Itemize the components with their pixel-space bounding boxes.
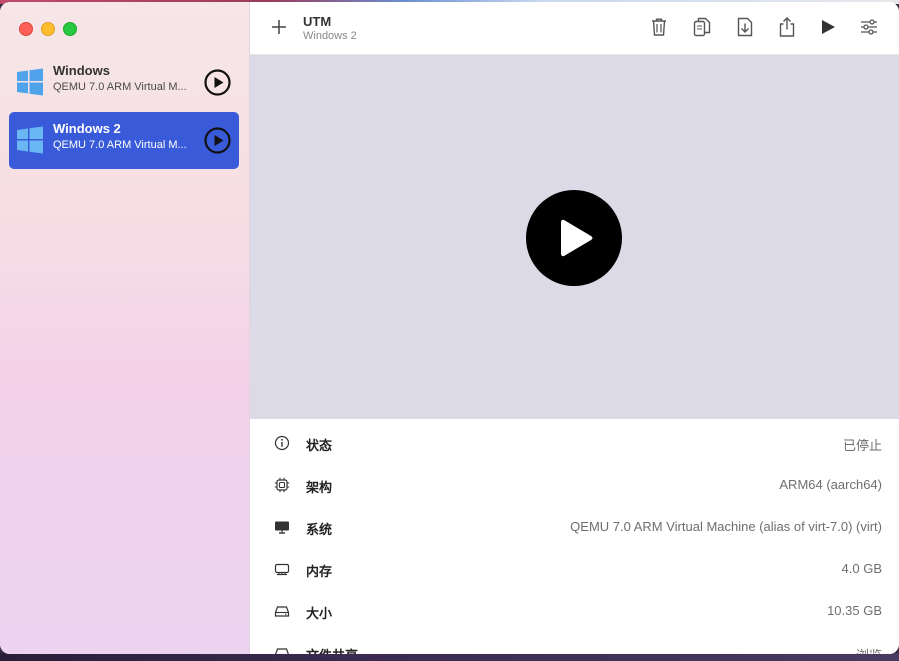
- detail-label: 文件共享: [306, 645, 358, 654]
- detail-row-status: 状态 已停止: [250, 422, 899, 464]
- window-subtitle: Windows 2: [303, 30, 357, 42]
- share-icon[interactable]: [776, 16, 798, 38]
- vm-name: Windows 2: [53, 121, 121, 136]
- detail-label: 内存: [306, 564, 333, 579]
- clone-icon[interactable]: [691, 16, 713, 38]
- play-icon[interactable]: [817, 16, 839, 38]
- desktop-wallpaper-bottom: [0, 653, 899, 661]
- detail-label: 架构: [306, 480, 333, 495]
- close-window-button[interactable]: [19, 22, 33, 36]
- window-controls: [19, 22, 77, 36]
- download-icon[interactable]: [734, 16, 756, 38]
- detail-row-size: 大小 10.35 GB: [250, 590, 899, 632]
- add-icon[interactable]: [270, 18, 288, 36]
- display-icon: [275, 521, 289, 534]
- start-vm-play-button[interactable]: [526, 190, 622, 286]
- drive-icon: [274, 606, 290, 617]
- vm-description: QEMU 7.0 ARM Virtual M...: [53, 139, 187, 151]
- detail-row-architecture: 架构 ARM64 (aarch64): [250, 464, 899, 506]
- toolbar: UTM Windows 2: [250, 2, 899, 55]
- browse-link[interactable]: 浏览: [856, 645, 882, 654]
- detail-label: 系统: [306, 522, 333, 537]
- vm-details-list: 状态 已停止 架构 ARM64 (aarch64) 系统 QEMU 7.0 AR…: [250, 419, 899, 654]
- trash-icon[interactable]: [648, 16, 670, 38]
- windows-logo-icon: [17, 126, 43, 154]
- vm-list-item-windows-2[interactable]: Windows 2 QEMU 7.0 ARM Virtual M...: [9, 112, 239, 169]
- detail-value: 已停止: [842, 438, 882, 453]
- detail-row-memory: 内存 4.0 GB: [250, 548, 899, 590]
- detail-value: ARM64 (aarch64): [779, 477, 882, 492]
- shared-drive-icon: [275, 648, 289, 654]
- windows-logo-icon: [17, 68, 43, 96]
- vm-preview: [250, 55, 899, 419]
- zoom-window-button[interactable]: [63, 22, 77, 36]
- minimize-window-button[interactable]: [41, 22, 55, 36]
- utm-window: Windows QEMU 7.0 ARM Virtual M... Window…: [0, 2, 899, 654]
- sidebar: Windows QEMU 7.0 ARM Virtual M... Window…: [0, 2, 250, 654]
- detail-row-system: 系统 QEMU 7.0 ARM Virtual Machine (alias o…: [250, 506, 899, 548]
- detail-value: 10.35 GB: [827, 603, 882, 618]
- vm-list-item-windows[interactable]: Windows QEMU 7.0 ARM Virtual M...: [9, 54, 239, 111]
- detail-value: QEMU 7.0 ARM Virtual Machine (alias of v…: [570, 519, 882, 534]
- play-circle-icon[interactable]: [204, 127, 231, 154]
- info-icon: [274, 435, 290, 451]
- memory-icon: [274, 563, 290, 576]
- detail-value: 4.0 GB: [841, 561, 882, 576]
- detail-label: 状态: [306, 438, 333, 453]
- settings-sliders-icon[interactable]: [858, 16, 880, 38]
- vm-name: Windows: [53, 63, 110, 78]
- detail-row-file-sharing: 文件共享 浏览: [250, 632, 899, 654]
- detail-label: 大小: [306, 606, 333, 621]
- vm-description: QEMU 7.0 ARM Virtual M...: [53, 81, 187, 93]
- cpu-chip-icon: [274, 477, 290, 493]
- window-title: UTM: [303, 14, 332, 29]
- play-circle-icon[interactable]: [204, 69, 231, 96]
